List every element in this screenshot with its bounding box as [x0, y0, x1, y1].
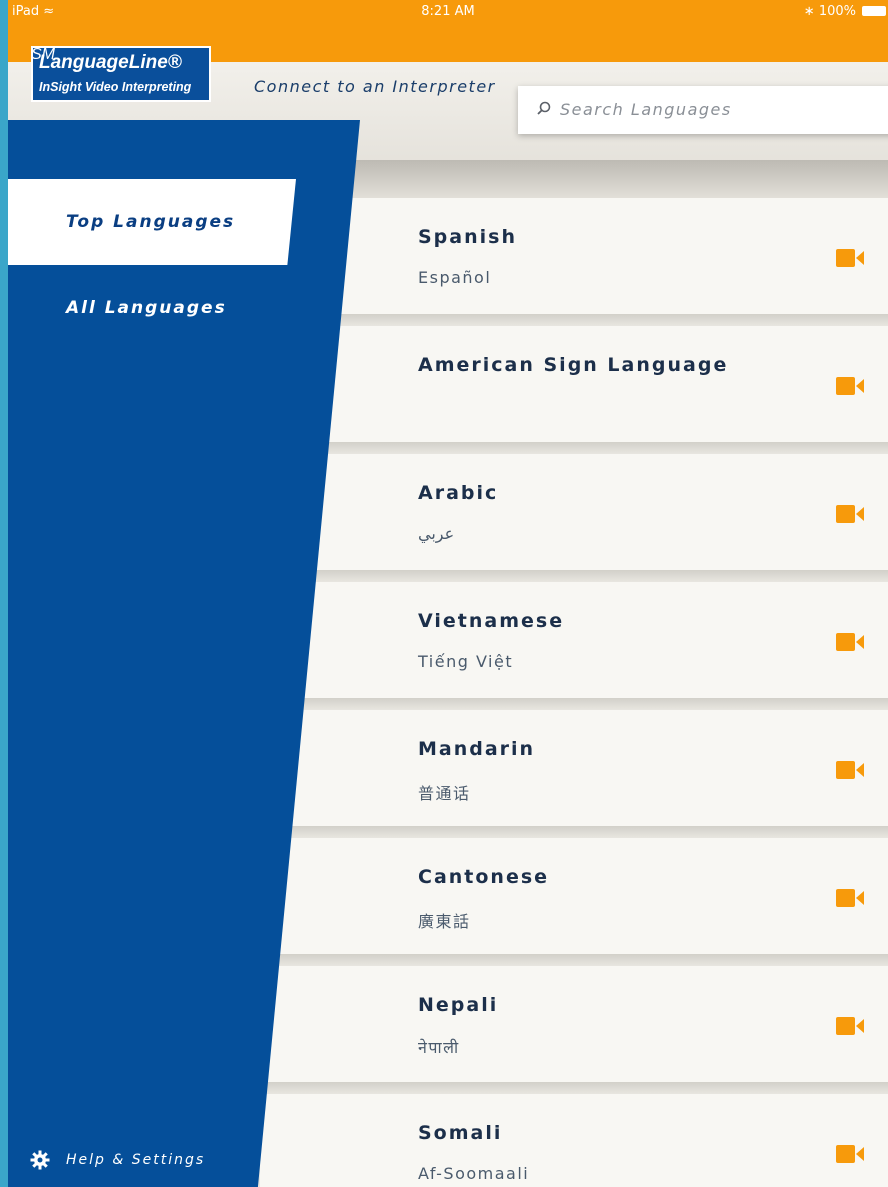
- language-name: American Sign Language: [418, 354, 729, 376]
- video-camera-icon[interactable]: [836, 633, 864, 651]
- row-divider: [260, 570, 888, 582]
- row-divider: [260, 442, 888, 454]
- language-row-nepali[interactable]: Nepali नेपाली: [260, 966, 888, 1082]
- help-settings-label: Help & Settings: [66, 1152, 206, 1168]
- language-name: Vietnamese: [418, 610, 565, 632]
- row-divider: [260, 698, 888, 710]
- language-name: Arabic: [418, 482, 499, 504]
- gear-icon: [30, 1150, 50, 1170]
- video-camera-icon[interactable]: [836, 249, 864, 267]
- language-native-name: Español: [418, 268, 492, 287]
- language-name: Mandarin: [418, 738, 536, 760]
- language-row-cantonese[interactable]: Cantonese 廣東話: [260, 838, 888, 954]
- language-native-name: नेपाली: [418, 1038, 460, 1057]
- video-camera-icon[interactable]: [836, 1145, 864, 1163]
- sidebar-item-label: Top Languages: [66, 212, 236, 232]
- language-native-name: عربي: [418, 524, 455, 543]
- language-native-name: Af-Soomaali: [418, 1164, 530, 1183]
- row-divider: [260, 826, 888, 838]
- language-row-vietnamese[interactable]: Vietnamese Tiếng Việt: [260, 582, 888, 698]
- language-name: Cantonese: [418, 866, 550, 888]
- video-camera-icon[interactable]: [836, 377, 864, 395]
- video-camera-icon[interactable]: [836, 505, 864, 523]
- video-camera-icon[interactable]: [836, 1017, 864, 1035]
- video-camera-icon[interactable]: [836, 761, 864, 779]
- language-name: Spanish: [418, 226, 517, 248]
- row-divider: [260, 1082, 888, 1094]
- language-native-name: 廣東話: [418, 912, 471, 931]
- language-row-somali[interactable]: Somali Af-Soomaali: [260, 1094, 888, 1187]
- language-native-name: Tiếng Việt: [418, 652, 514, 671]
- language-row-mandarin[interactable]: Mandarin 普通话: [260, 710, 888, 826]
- language-row-arabic[interactable]: Arabic عربي: [260, 454, 888, 570]
- row-divider: [260, 954, 888, 966]
- language-name: Somali: [418, 1122, 503, 1144]
- language-row-spanish[interactable]: Spanish Español: [260, 198, 888, 314]
- video-camera-icon[interactable]: [836, 889, 864, 907]
- language-native-name: 普通话: [418, 784, 471, 803]
- row-divider: [260, 314, 888, 326]
- language-name: Nepali: [418, 994, 499, 1016]
- sidebar-item-all-languages[interactable]: All Languages: [66, 298, 227, 318]
- language-row-american-sign-language[interactable]: American Sign Language: [260, 326, 888, 442]
- sidebar-item-top-languages[interactable]: Top Languages: [8, 179, 296, 265]
